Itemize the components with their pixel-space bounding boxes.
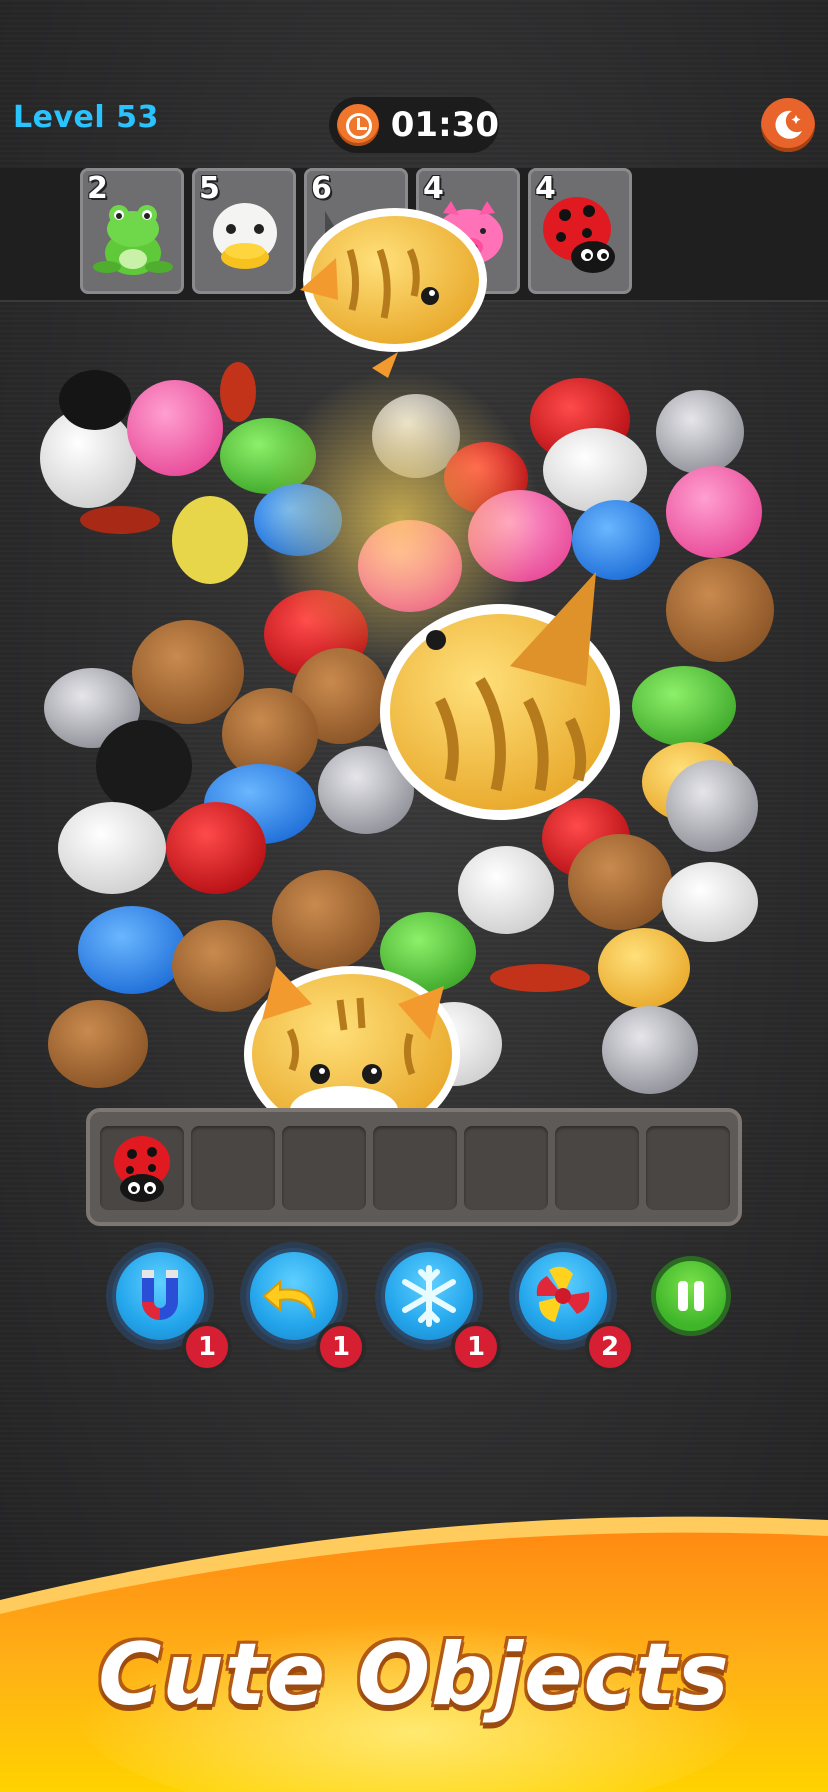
- pile-dragonfly: [490, 964, 590, 992]
- magnet-button[interactable]: 1: [106, 1242, 232, 1372]
- pile-grey-cat: [666, 760, 758, 852]
- pile-dragonfly: [80, 506, 160, 534]
- banner-title: Cute Objects: [98, 1625, 730, 1725]
- pile-frog: [632, 666, 736, 746]
- pile-grey-cat: [656, 390, 744, 474]
- pile-monkey: [172, 920, 276, 1012]
- pile-monkey: [568, 834, 672, 930]
- pile-butterfly: [172, 496, 248, 584]
- pile-pig: [666, 466, 762, 558]
- pile-duck: [458, 846, 554, 934]
- pile-ladybug: [96, 720, 192, 812]
- pile-grey-cat: [602, 1006, 698, 1094]
- pile-monkey: [666, 558, 774, 662]
- pile-cat: [598, 928, 690, 1008]
- shuffle-count-badge: 2: [585, 1322, 635, 1372]
- pile-duck: [58, 802, 166, 894]
- magnet-count-badge: 1: [182, 1322, 232, 1372]
- pile-duck: [662, 862, 758, 942]
- tray-slot-3: [282, 1126, 366, 1210]
- pile-monkey: [48, 1000, 148, 1088]
- tray-slot-4: [373, 1126, 457, 1210]
- freeze-count-badge: 1: [451, 1322, 501, 1372]
- pile-shark: [78, 906, 186, 994]
- flying-cat-top: [300, 208, 487, 378]
- pause-button[interactable]: [651, 1256, 731, 1336]
- tray-slot-5: [464, 1126, 548, 1210]
- pile-pig: [127, 380, 223, 476]
- tray-slot-2: [191, 1126, 275, 1210]
- pile-ladybug: [166, 802, 266, 894]
- tray-slot-6: [555, 1126, 639, 1210]
- pile-ladybug: [59, 370, 131, 430]
- match-tray: [86, 1108, 742, 1226]
- pile-dragonfly: [220, 362, 256, 422]
- undo-count-badge: 1: [316, 1322, 366, 1372]
- tray-slot-1: [100, 1126, 184, 1210]
- tray-slot-7: [646, 1126, 730, 1210]
- freeze-button[interactable]: 1: [375, 1242, 501, 1372]
- pile-shark: [572, 500, 660, 580]
- undo-button[interactable]: 1: [240, 1242, 366, 1372]
- pile-monkey: [272, 870, 380, 970]
- ladybug-icon[interactable]: [100, 1126, 184, 1210]
- shuffle-button[interactable]: 2: [509, 1242, 635, 1372]
- pile-duck: [543, 428, 647, 512]
- pile-monkey: [132, 620, 244, 724]
